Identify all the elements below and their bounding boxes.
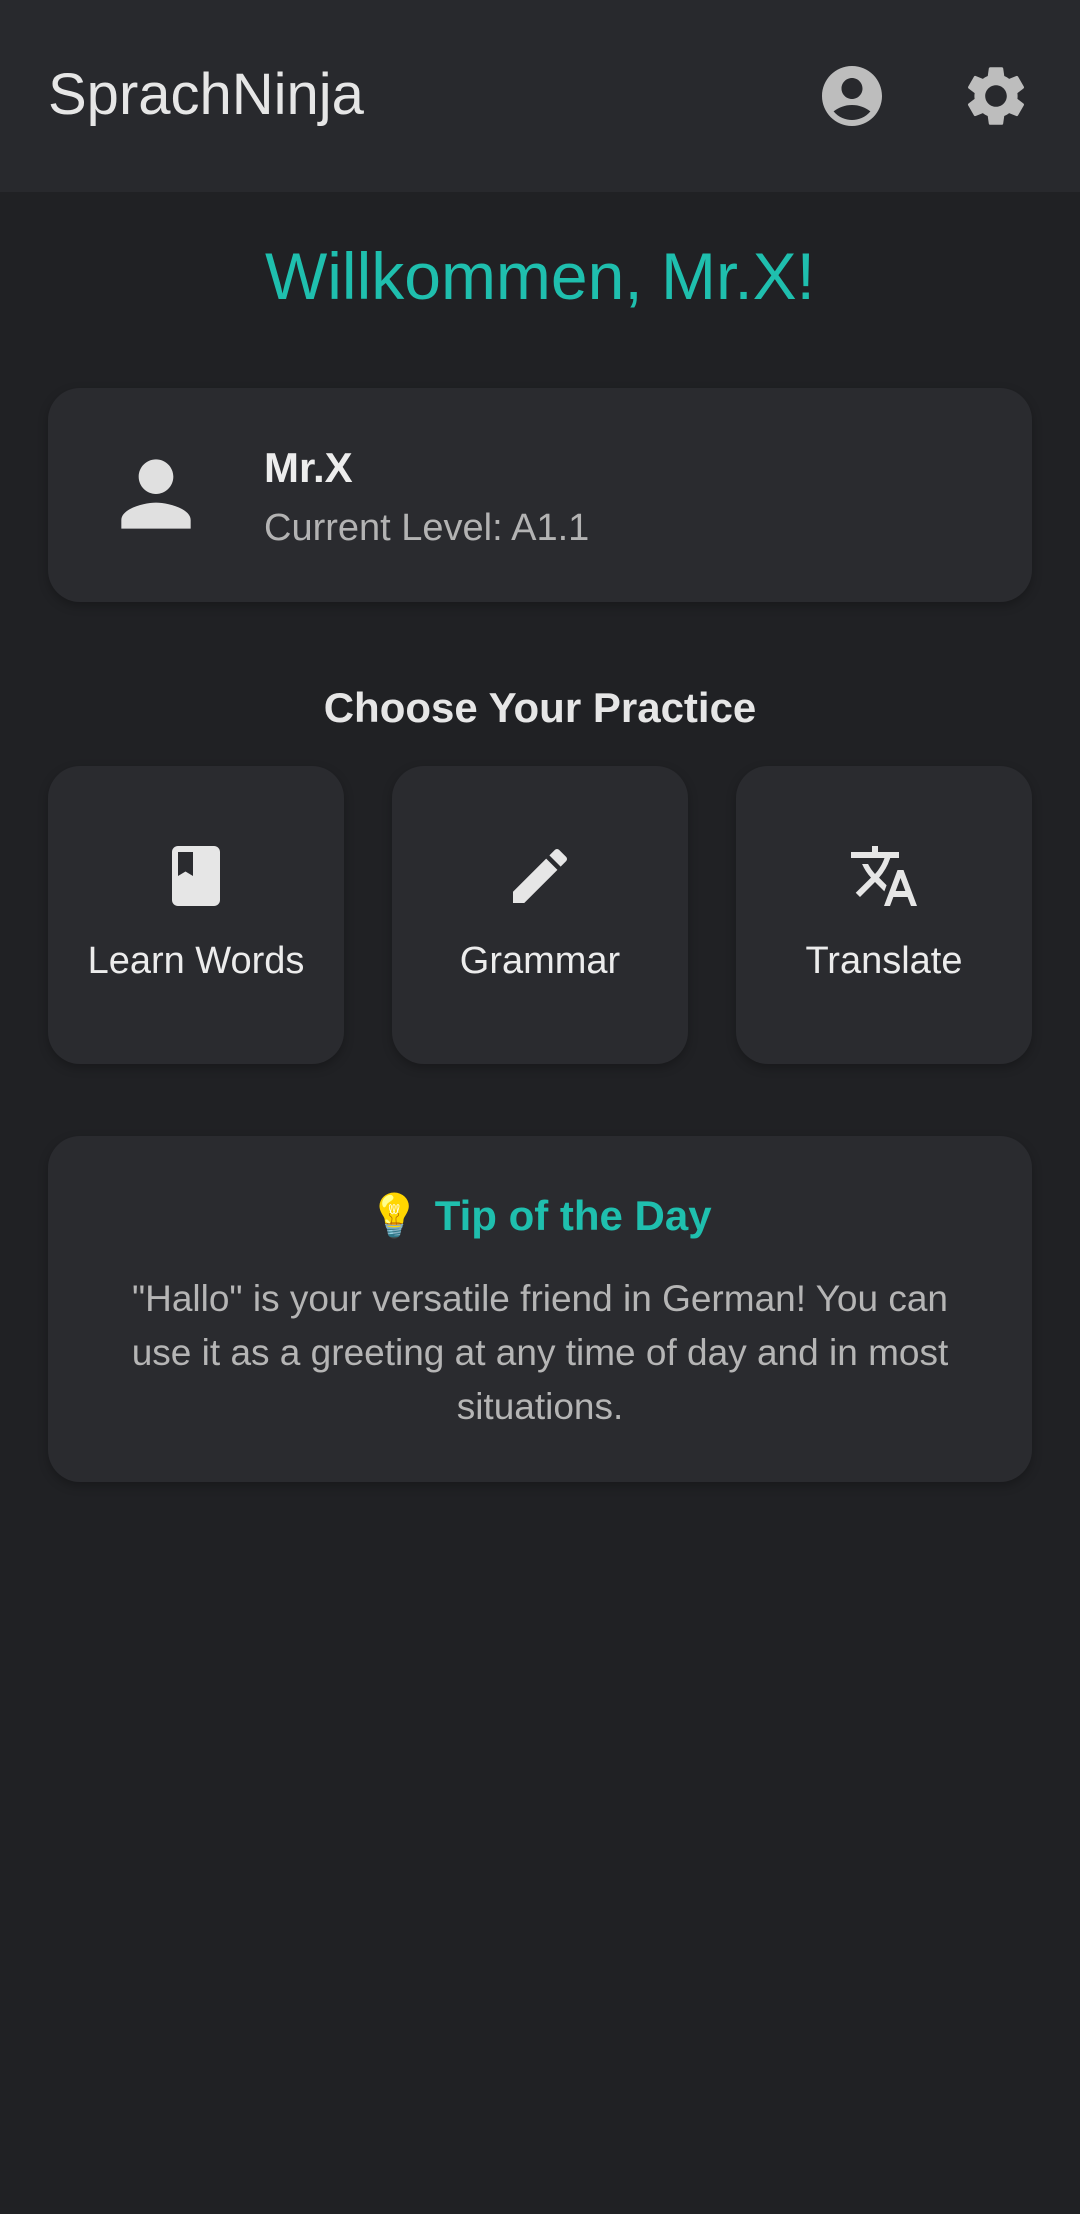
settings-button[interactable] <box>956 56 1036 136</box>
pencil-icon <box>513 848 568 903</box>
learn-words-button[interactable]: Learn Words <box>48 766 344 1064</box>
profile-name: Mr.X <box>264 444 353 491</box>
book-icon <box>172 846 220 906</box>
account-button[interactable] <box>812 56 892 136</box>
account-circle-icon <box>822 66 882 126</box>
tip-text: "Hallo" is your versatile friend in Germ… <box>131 1278 949 1427</box>
app-title: SprachNinja <box>48 62 364 127</box>
gear-icon <box>967 67 1025 125</box>
person-icon <box>121 459 191 529</box>
translate-label: Translate <box>805 940 963 982</box>
tip-title: Tip of the Day <box>434 1192 712 1239</box>
tip-title-row: 💡 Tip of the Day <box>48 1188 1032 1244</box>
avatar <box>104 442 208 546</box>
translate-button[interactable]: Translate <box>736 766 1032 1064</box>
profile-level: Current Level: A1.1 <box>264 507 590 549</box>
learn-words-label: Learn Words <box>87 940 305 982</box>
practice-heading: Choose Your Practice <box>323 684 757 731</box>
grammar-button[interactable]: Grammar <box>392 766 688 1064</box>
lightbulb-icon: 💡 <box>368 1191 421 1240</box>
grammar-label: Grammar <box>459 940 621 982</box>
translate-icon <box>851 846 917 906</box>
app-bar: SprachNinja <box>0 0 1080 192</box>
welcome-heading: Willkommen, Mr.X! <box>264 239 816 313</box>
